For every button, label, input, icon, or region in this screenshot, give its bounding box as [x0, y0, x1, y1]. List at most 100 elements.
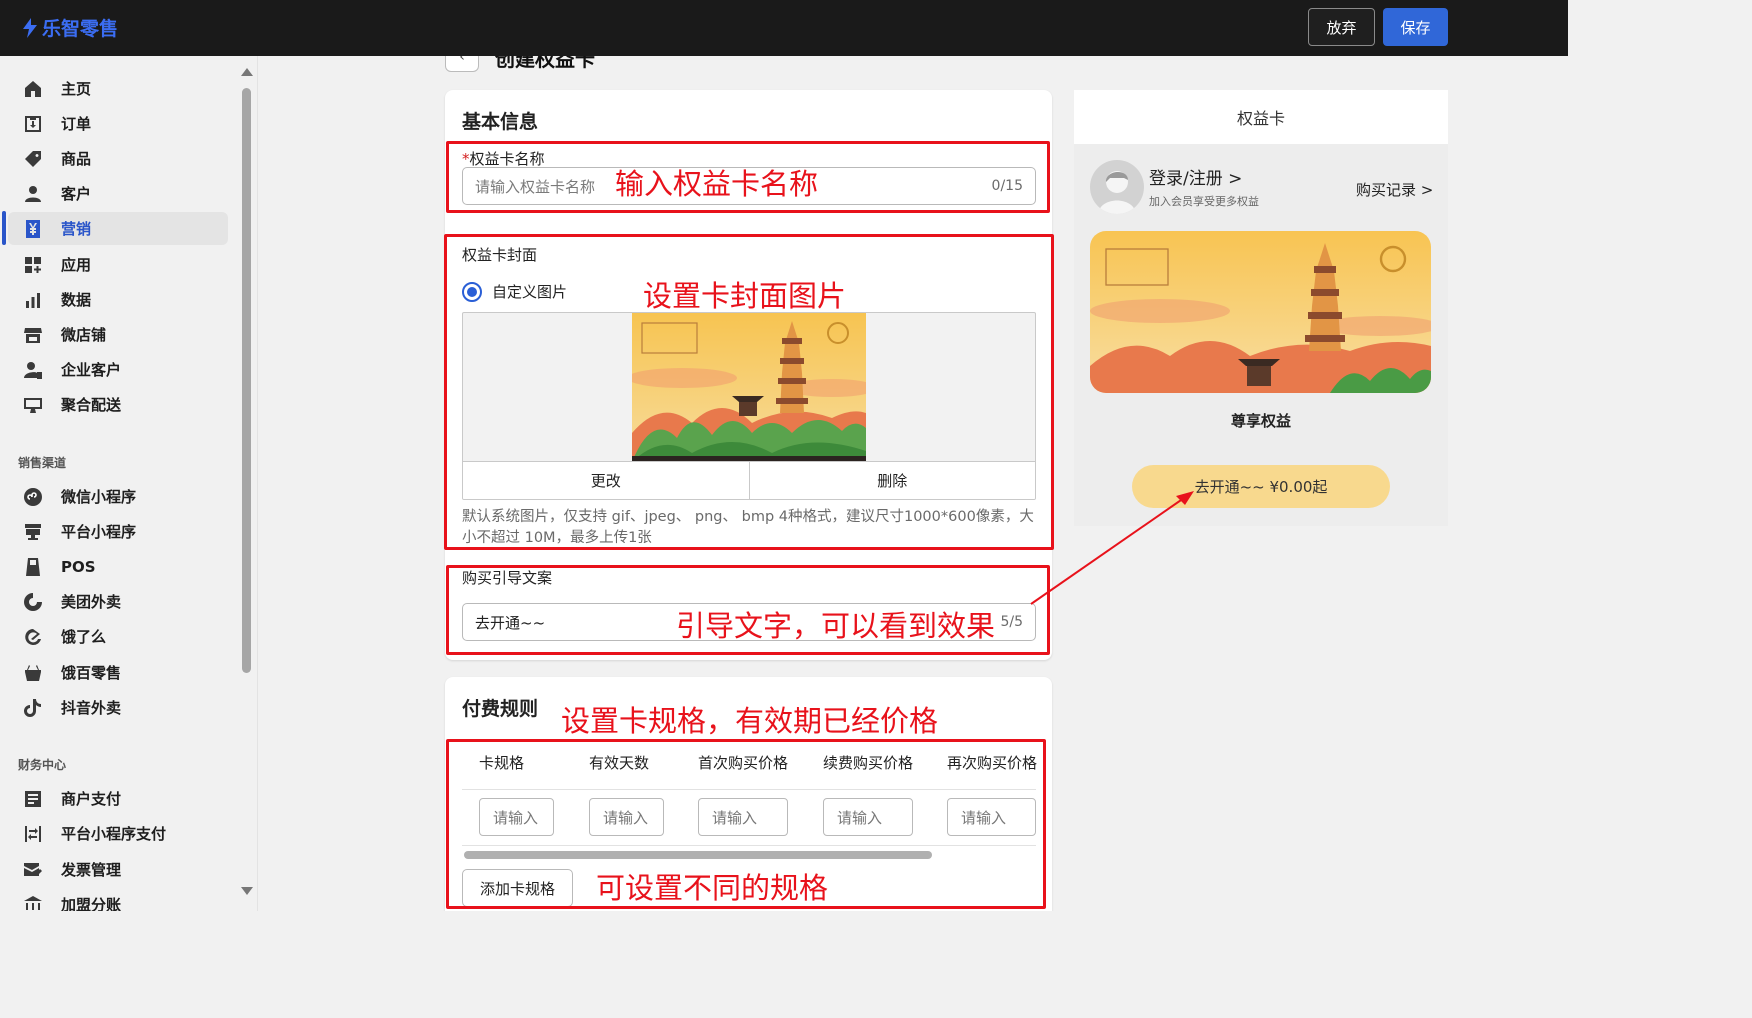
- radio-selected-icon: [462, 281, 482, 302]
- custom-image-label: 自定义图片: [492, 283, 568, 301]
- custom-image-radio[interactable]: 自定义图片: [462, 281, 567, 302]
- sidebar-item-label: 饿百零售: [61, 664, 122, 682]
- invoice-icon: [22, 859, 44, 881]
- cover-help-text: 默认系统图片，仅支持 gif、jpeg、 png、 bmp 4种格式，建议尺寸1…: [462, 509, 1034, 546]
- card-preview: 权益卡 登录/注册 > 加入会员享受更多权益 购买记录 > 尊享权益 去开通~~…: [1074, 90, 1448, 526]
- login-subtitle: 加入会员享受更多权益: [1149, 195, 1259, 208]
- sidebar-item-platform-miniprogram[interactable]: 平台小程序: [8, 515, 228, 548]
- delivery-icon: [22, 394, 44, 416]
- finance-heading: 财务中心: [18, 758, 67, 772]
- bank-icon: [22, 894, 44, 911]
- preview-title: 权益卡: [1074, 90, 1448, 144]
- col-repurchase-price: 再次购买价格: [947, 754, 1038, 772]
- sidebar-item-label: 营销: [61, 220, 92, 238]
- sidebar-item-label: 发票管理: [61, 861, 122, 879]
- sidebar: 主页 订单 商品 客户 营销 应用 数据 微店铺 企业客户 聚合配送 销售渠道 …: [0, 56, 258, 911]
- benefit-title: 尊享权益: [1230, 412, 1291, 430]
- guide-label: 购买引导文案: [462, 569, 553, 587]
- sidebar-item-label: 订单: [61, 115, 92, 133]
- sidebar-item-microstore[interactable]: 微店铺: [8, 318, 228, 351]
- spec-input[interactable]: 请输入: [479, 798, 554, 836]
- renew-price-input[interactable]: 请输入: [823, 798, 913, 836]
- sidebar-item-apps[interactable]: 应用: [8, 248, 228, 281]
- sidebar-item-enterprise-customers[interactable]: 企业客户: [8, 353, 228, 386]
- page-header: ‹ 创建权益卡: [445, 56, 595, 72]
- discard-button[interactable]: 放弃: [1308, 8, 1375, 46]
- scroll-thumb[interactable]: [242, 88, 251, 673]
- sidebar-item-label: 美团外卖: [61, 593, 122, 611]
- platform-icon: [22, 521, 44, 543]
- sidebar-item-merchant-pay[interactable]: 商户支付: [8, 782, 228, 815]
- table-divider: [462, 845, 1036, 846]
- sidebar-item-data[interactable]: 数据: [8, 283, 228, 316]
- valid-days-input[interactable]: 请输入: [589, 798, 664, 836]
- sidebar-item-franchise[interactable]: 加盟分账: [8, 888, 228, 911]
- douyin-icon: [22, 697, 44, 719]
- sidebar-item-marketing[interactable]: 营销: [8, 212, 228, 245]
- sidebar-item-label: POS: [61, 557, 96, 576]
- sidebar-item-wechat-miniprogram[interactable]: 微信小程序: [8, 480, 228, 513]
- sidebar-item-products[interactable]: 商品: [8, 142, 228, 175]
- save-button[interactable]: 保存: [1383, 8, 1448, 46]
- sidebar-item-label: 饿了么: [61, 628, 107, 646]
- person-icon: [22, 183, 44, 205]
- active-indicator: [2, 211, 6, 245]
- sidebar-item-ebai[interactable]: 饿百零售: [8, 656, 228, 689]
- sidebar-item-customers[interactable]: 客户: [8, 177, 228, 210]
- enterprise-user-icon: [22, 359, 44, 381]
- home-icon: [22, 78, 44, 100]
- miniprogram-icon: [22, 486, 44, 508]
- cover-label: 权益卡封面: [462, 246, 538, 264]
- sidebar-item-eleme[interactable]: 饿了么: [8, 620, 228, 653]
- cover-actions: 更改 删除: [463, 461, 1035, 499]
- sidebar-item-label: 企业客户: [61, 361, 122, 379]
- cover-image: [627, 313, 877, 462]
- app-logo[interactable]: 乐智零售: [20, 14, 118, 41]
- pay-rules-title: 付费规则: [462, 698, 539, 720]
- sidebar-item-delivery[interactable]: 聚合配送: [8, 388, 228, 421]
- col-renew-price: 续费购买价格: [823, 754, 914, 772]
- add-spec-button[interactable]: 添加卡规格: [462, 869, 573, 907]
- order-icon: [22, 113, 44, 135]
- scroll-up-arrow-icon[interactable]: [241, 68, 253, 76]
- sidebar-item-invoice[interactable]: 发票管理: [8, 853, 228, 886]
- sidebar-item-label: 抖音外卖: [61, 699, 122, 717]
- table-horizontal-scrollbar[interactable]: [464, 851, 932, 859]
- bar-chart-icon: [22, 289, 44, 311]
- basic-info-title: 基本信息: [462, 111, 539, 133]
- sidebar-item-platform-pay[interactable]: 平台小程序支付: [8, 817, 228, 850]
- change-cover-button[interactable]: 更改: [463, 462, 749, 499]
- sidebar-item-label: 加盟分账: [61, 896, 122, 911]
- sidebar-item-label: 商户支付: [61, 790, 122, 808]
- eleme-icon: [22, 626, 44, 648]
- apps-icon: [22, 254, 44, 276]
- chevron-left-icon: ‹: [459, 56, 465, 65]
- open-card-button[interactable]: 去开通~~ ¥0.00起: [1132, 465, 1390, 508]
- repurchase-price-input[interactable]: 请输入: [947, 798, 1036, 836]
- first-price-input[interactable]: 请输入: [698, 798, 788, 836]
- login-link[interactable]: 登录/注册 >: [1149, 164, 1242, 189]
- card-name-counter: 0/15: [991, 178, 1023, 194]
- sidebar-item-label: 商品: [61, 150, 92, 168]
- sidebar-item-label: 平台小程序: [61, 523, 137, 541]
- back-button[interactable]: ‹: [445, 56, 479, 72]
- sidebar-item-meituan[interactable]: 美团外卖: [8, 585, 228, 618]
- purchase-records-link[interactable]: 购买记录 >: [1356, 179, 1433, 200]
- annotation-guide: 引导文字，可以看到效果: [676, 609, 996, 643]
- sidebar-scrollbar[interactable]: [240, 68, 253, 903]
- top-bar: 乐智零售 放弃 保存: [0, 0, 1568, 56]
- sidebar-item-label: 平台小程序支付: [61, 825, 167, 843]
- app-name: 乐智零售: [42, 18, 119, 40]
- main-content: ‹ 创建权益卡 基本信息 *权益卡名称 请输入权益卡名称 0/15 权益卡封面 …: [259, 56, 1568, 911]
- sidebar-item-pos[interactable]: POS: [8, 550, 228, 583]
- yen-icon: [22, 218, 44, 240]
- delete-cover-button[interactable]: 删除: [748, 462, 1036, 499]
- sidebar-item-label: 主页: [61, 80, 92, 98]
- scroll-down-arrow-icon[interactable]: [241, 887, 253, 895]
- sidebar-item-douyin[interactable]: 抖音外卖: [8, 691, 228, 724]
- sidebar-item-home[interactable]: 主页: [8, 72, 228, 105]
- sidebar-item-orders[interactable]: 订单: [8, 107, 228, 140]
- avatar: [1090, 160, 1144, 214]
- avatar-placeholder-icon: [1098, 171, 1136, 214]
- store-icon: [22, 324, 44, 346]
